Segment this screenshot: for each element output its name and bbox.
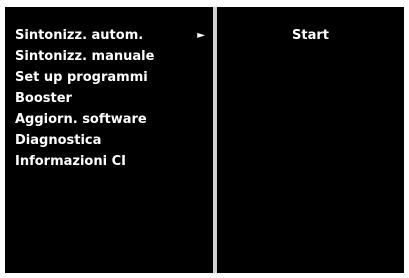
tv-setup-menu-screen: Sintonizz. autom. ► Sintonizz. manuale S… xyxy=(5,7,404,273)
menu-item-booster[interactable]: Booster xyxy=(11,88,209,109)
submenu: Start xyxy=(217,25,404,46)
menu-item-aggiorn-software[interactable]: Aggiorn. software xyxy=(11,109,209,130)
main-menu: Sintonizz. autom. ► Sintonizz. manuale S… xyxy=(11,25,209,172)
main-menu-panel: Sintonizz. autom. ► Sintonizz. manuale S… xyxy=(5,7,213,273)
submenu-panel: Start xyxy=(217,7,404,273)
start-button[interactable]: Start xyxy=(217,25,404,46)
menu-item-sintonizz-autom[interactable]: Sintonizz. autom. ► xyxy=(11,25,209,46)
menu-item-informazioni-ci[interactable]: Informazioni CI xyxy=(11,151,209,172)
menu-item-label: Informazioni CI xyxy=(15,154,126,169)
menu-item-label: Booster xyxy=(15,91,72,106)
menu-item-label: Aggiorn. software xyxy=(15,112,147,127)
right-triangle-icon: ► xyxy=(197,30,205,41)
menu-item-set-up-programmi[interactable]: Set up programmi xyxy=(11,67,209,88)
start-label: Start xyxy=(292,28,329,43)
menu-item-label: Sintonizz. autom. xyxy=(15,28,144,43)
menu-item-label: Sintonizz. manuale xyxy=(15,49,155,64)
menu-item-label: Diagnostica xyxy=(15,133,102,148)
menu-item-label: Set up programmi xyxy=(15,70,148,85)
menu-item-diagnostica[interactable]: Diagnostica xyxy=(11,130,209,151)
menu-item-sintonizz-manuale[interactable]: Sintonizz. manuale xyxy=(11,46,209,67)
